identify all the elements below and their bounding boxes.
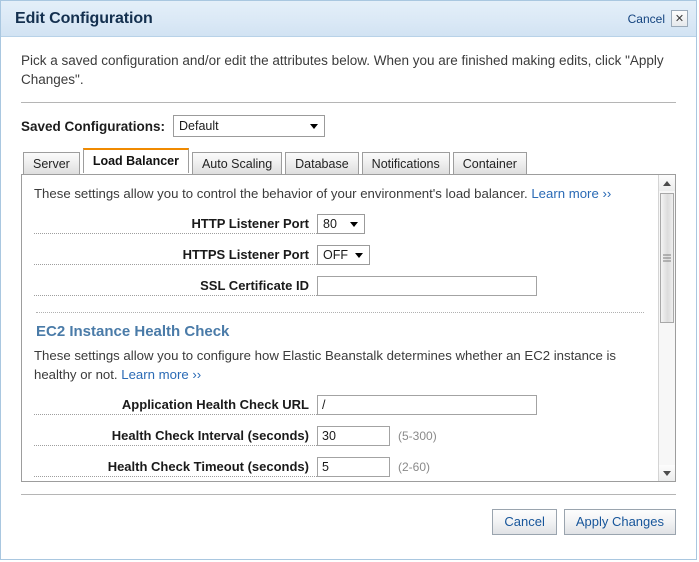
ssl-certificate-id-input[interactable] bbox=[317, 276, 537, 296]
http-listener-port-value: 80 bbox=[323, 217, 337, 231]
application-health-check-url-label: Application Health Check URL bbox=[34, 396, 317, 415]
field-row-application-health-check-url: Application Health Check URL bbox=[34, 395, 646, 415]
cancel-button[interactable]: Cancel bbox=[492, 509, 556, 535]
tab-server[interactable]: Server bbox=[23, 152, 80, 175]
field-row-health-check-interval: Health Check Interval (seconds) (5-300) bbox=[34, 426, 646, 446]
dialog-titlebar: Edit Configuration Cancel ✕ bbox=[1, 1, 696, 37]
health-check-timeout-label: Health Check Timeout (seconds) bbox=[34, 458, 317, 477]
dialog-title: Edit Configuration bbox=[15, 10, 628, 28]
field-row-health-check-timeout: Health Check Timeout (seconds) (2-60) bbox=[34, 457, 646, 477]
field-row-ssl-certificate-id: SSL Certificate ID bbox=[34, 276, 646, 296]
chevron-up-icon bbox=[663, 181, 671, 186]
panel-scrollbar[interactable] bbox=[658, 175, 675, 481]
http-listener-port-select[interactable]: 80 bbox=[317, 214, 365, 234]
saved-configurations-select[interactable]: Default bbox=[173, 115, 325, 137]
dialog-footer: Cancel Apply Changes bbox=[1, 495, 696, 535]
tab-database[interactable]: Database bbox=[285, 152, 359, 175]
http-listener-port-label: HTTP Listener Port bbox=[34, 215, 317, 234]
health-check-heading: EC2 Instance Health Check bbox=[36, 323, 646, 340]
field-row-http-listener-port: HTTP Listener Port 80 bbox=[34, 214, 646, 234]
edit-configuration-dialog: Edit Configuration Cancel ✕ Pick a saved… bbox=[0, 0, 697, 560]
configuration-panel: These settings allow you to control the … bbox=[21, 174, 676, 482]
load-balancer-description: These settings allow you to control the … bbox=[34, 184, 646, 203]
section-divider bbox=[36, 312, 644, 313]
grip-icon bbox=[663, 253, 671, 264]
health-check-interval-hint: (5-300) bbox=[398, 429, 437, 443]
chevron-down-icon bbox=[355, 253, 363, 258]
load-balancer-description-text: These settings allow you to control the … bbox=[34, 186, 528, 201]
health-check-timeout-hint: (2-60) bbox=[398, 460, 430, 474]
health-check-learn-more-link[interactable]: Learn more ›› bbox=[121, 367, 201, 382]
configuration-panel-content: These settings allow you to control the … bbox=[22, 175, 658, 477]
tab-container[interactable]: Container bbox=[453, 152, 527, 175]
ssl-certificate-id-label: SSL Certificate ID bbox=[34, 277, 317, 296]
chevron-down-icon bbox=[663, 471, 671, 476]
application-health-check-url-input[interactable] bbox=[317, 395, 537, 415]
scrollbar-thumb[interactable] bbox=[660, 193, 674, 323]
dialog-intro-text: Pick a saved configuration and/or edit t… bbox=[1, 37, 696, 89]
tab-notifications[interactable]: Notifications bbox=[362, 152, 450, 175]
https-listener-port-select[interactable]: OFF bbox=[317, 245, 370, 265]
configuration-tabs: Server Load Balancer Auto Scaling Databa… bbox=[23, 150, 696, 174]
field-row-https-listener-port: HTTPS Listener Port OFF bbox=[34, 245, 646, 265]
scrollbar-down-button[interactable] bbox=[659, 465, 675, 481]
health-check-interval-label: Health Check Interval (seconds) bbox=[34, 427, 317, 446]
health-check-timeout-input[interactable] bbox=[317, 457, 390, 477]
scrollbar-up-button[interactable] bbox=[659, 175, 675, 191]
https-listener-port-label: HTTPS Listener Port bbox=[34, 246, 317, 265]
health-check-interval-input[interactable] bbox=[317, 426, 390, 446]
health-check-description: These settings allow you to configure ho… bbox=[34, 346, 646, 384]
saved-configurations-value: Default bbox=[179, 119, 219, 133]
chevron-down-icon bbox=[350, 222, 358, 227]
load-balancer-learn-more-link[interactable]: Learn more ›› bbox=[531, 186, 611, 201]
https-listener-port-value: OFF bbox=[323, 248, 348, 262]
apply-changes-button[interactable]: Apply Changes bbox=[564, 509, 676, 535]
tab-load-balancer[interactable]: Load Balancer bbox=[83, 148, 189, 173]
chevron-down-icon bbox=[310, 124, 318, 129]
titlebar-cancel-link[interactable]: Cancel bbox=[628, 12, 665, 26]
tab-auto-scaling[interactable]: Auto Scaling bbox=[192, 152, 282, 175]
saved-configurations-row: Saved Configurations: Default bbox=[1, 103, 696, 137]
saved-configurations-label: Saved Configurations: bbox=[21, 119, 165, 134]
close-icon[interactable]: ✕ bbox=[671, 10, 688, 27]
